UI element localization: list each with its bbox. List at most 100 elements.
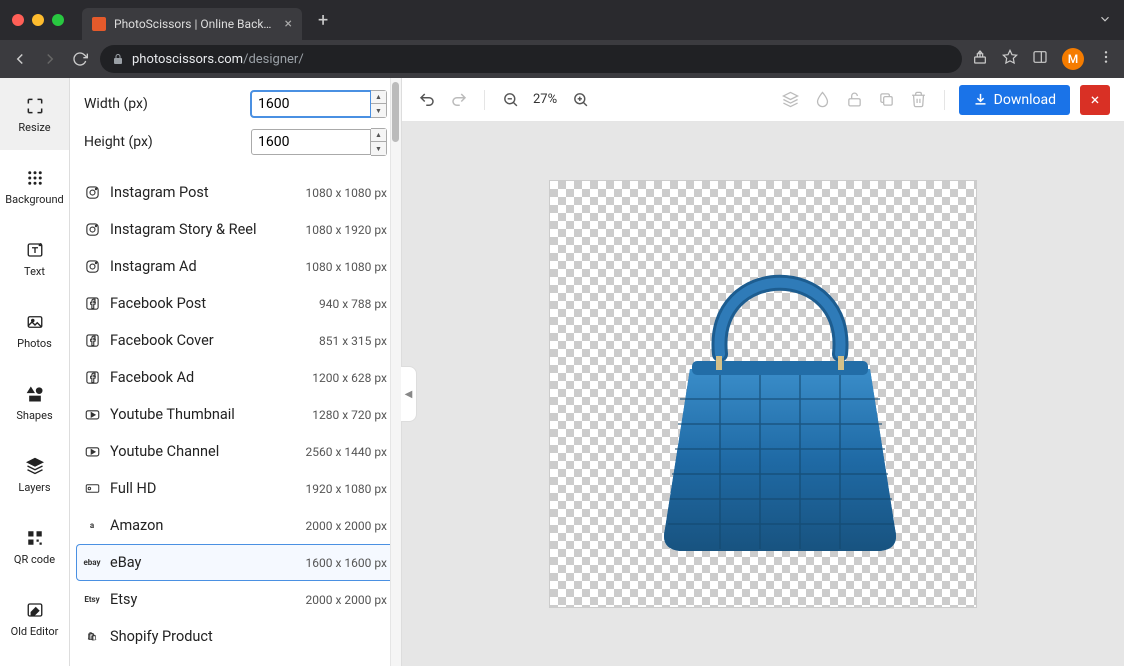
preset-shopify-product[interactable]: 🛍Shopify Product [76, 618, 395, 655]
minimize-window-icon[interactable] [32, 14, 44, 26]
browser-tab-strip: PhotoScissors | Online Backgr… × + [0, 0, 1124, 40]
preset-facebook-cover[interactable]: Facebook Cover851 x 315 px [76, 322, 395, 359]
url-domain: photoscissors.com [132, 52, 243, 67]
preset-dimensions: 1600 x 1600 px [306, 556, 387, 570]
preset-dimensions: 1080 x 1080 px [306, 186, 387, 200]
preset-amazon[interactable]: aAmazon2000 x 2000 px [76, 507, 395, 544]
canvas-viewport[interactable]: ◀ [402, 122, 1124, 666]
preset-full-hd[interactable]: Full HD1920 x 1080 px [76, 470, 395, 507]
window-controls [12, 14, 64, 26]
height-up-icon[interactable]: ▲ [371, 129, 386, 142]
preset-instagram-post[interactable]: Instagram Post1080 x 1080 px [76, 174, 395, 211]
browser-tab[interactable]: PhotoScissors | Online Backgr… × [82, 8, 302, 40]
ig-icon [84, 259, 100, 275]
zoom-out-button[interactable] [499, 89, 521, 111]
zoom-percentage[interactable]: 27% [531, 92, 559, 107]
rail-label: Photos [17, 337, 52, 350]
resize-icon [24, 95, 46, 117]
layers-icon [24, 455, 46, 477]
copy-icon[interactable] [876, 89, 898, 111]
share-icon[interactable] [972, 49, 988, 69]
preset-name: Facebook Cover [110, 332, 309, 349]
preset-dimensions: 1280 x 720 px [312, 408, 387, 422]
rail-label: Old Editor [11, 625, 59, 638]
height-input[interactable] [251, 129, 371, 155]
preset-dimensions: 2000 x 2000 px [306, 519, 387, 533]
tab-overflow-icon[interactable] [1098, 11, 1112, 30]
preset-youtube-channel[interactable]: Youtube Channel2560 x 1440 px [76, 433, 395, 470]
layers-icon[interactable] [780, 89, 802, 111]
fb-icon [84, 333, 100, 349]
rail-label: Shapes [16, 409, 52, 422]
tab-title: PhotoScissors | Online Backgr… [114, 17, 277, 31]
new-tab-button[interactable]: + [318, 10, 328, 31]
address-bar[interactable]: photoscissors.com/designer/ [100, 45, 962, 73]
rail-item-layers[interactable]: Layers [0, 438, 69, 510]
panel-scrollbar[interactable] [390, 78, 401, 666]
subject-handbag[interactable] [650, 199, 910, 569]
width-up-icon[interactable]: ▲ [371, 91, 386, 104]
rail-item-background[interactable]: Background [0, 150, 69, 222]
maximize-window-icon[interactable] [52, 14, 64, 26]
panel-collapse-handle[interactable]: ◀ [401, 366, 417, 422]
resize-panel: Width (px) ▲ ▼ Height (px) ▲ ▼ Instagram… [70, 78, 402, 666]
preset-name: eBay [110, 554, 296, 571]
scrollbar-thumb[interactable] [392, 82, 399, 142]
canvas[interactable] [549, 180, 977, 608]
download-button[interactable]: Download [959, 85, 1070, 115]
rail-item-text[interactable]: Text [0, 222, 69, 294]
preset-name: Facebook Post [110, 295, 309, 312]
qrcode-icon [24, 527, 46, 549]
sidepanel-icon[interactable] [1032, 49, 1048, 69]
preset-instagram-ad[interactable]: Instagram Ad1080 x 1080 px [76, 248, 395, 285]
download-icon [973, 92, 988, 107]
oldeditor-icon [24, 599, 46, 621]
redo-button[interactable] [448, 89, 470, 111]
forward-button[interactable] [40, 50, 60, 68]
height-down-icon[interactable]: ▼ [371, 142, 386, 155]
rail-item-photos[interactable]: Photos [0, 294, 69, 366]
preset-name: Full HD [110, 480, 296, 497]
canvas-toolbar: 27% Download × [402, 78, 1124, 122]
close-window-icon[interactable] [12, 14, 24, 26]
preset-dimensions: 2560 x 1440 px [306, 445, 387, 459]
kebab-menu-icon[interactable] [1098, 49, 1114, 69]
rail-label: Layers [18, 481, 50, 494]
preset-name: Instagram Story & Reel [110, 221, 296, 238]
rail-item-oldeditor[interactable]: Old Editor [0, 582, 69, 654]
width-input[interactable] [251, 91, 371, 117]
rail-item-resize[interactable]: Resize [0, 78, 69, 150]
preset-youtube-thumbnail[interactable]: Youtube Thumbnail 1280 x 720 px [76, 396, 395, 433]
back-button[interactable] [10, 50, 30, 68]
close-tab-icon[interactable]: × [285, 16, 292, 32]
reload-button[interactable] [70, 51, 90, 67]
url-path: /designer/ [243, 52, 304, 67]
undo-button[interactable] [416, 89, 438, 111]
preset-instagram-story-reel[interactable]: Instagram Story & Reel1080 x 1920 px [76, 211, 395, 248]
favicon-icon [92, 17, 106, 31]
bookmark-icon[interactable] [1002, 49, 1018, 69]
zoom-in-button[interactable] [569, 89, 591, 111]
az-icon: a [84, 518, 100, 534]
close-editor-button[interactable]: × [1080, 85, 1110, 115]
trash-icon[interactable] [908, 89, 930, 111]
drop-icon[interactable] [812, 89, 834, 111]
fb-icon [84, 370, 100, 386]
rail-label: Background [5, 193, 63, 206]
rail-label: Text [24, 265, 45, 278]
preset-dimensions: 2000 x 2000 px [306, 593, 387, 607]
rail-item-qrcode[interactable]: QR code [0, 510, 69, 582]
preset-facebook-ad[interactable]: Facebook Ad1200 x 628 px [76, 359, 395, 396]
shapes-icon [24, 383, 46, 405]
et-icon: Etsy [84, 592, 100, 608]
preset-ebay[interactable]: ebayeBay1600 x 1600 px [76, 544, 395, 581]
preset-name: Youtube Thumbnail [110, 406, 302, 423]
rail-item-shapes[interactable]: Shapes [0, 366, 69, 438]
profile-avatar[interactable]: M [1062, 48, 1084, 70]
preset-facebook-post[interactable]: Facebook Post940 x 788 px [76, 285, 395, 322]
width-down-icon[interactable]: ▼ [371, 104, 386, 117]
preset-etsy[interactable]: EtsyEtsy2000 x 2000 px [76, 581, 395, 618]
ig-icon [84, 222, 100, 238]
yt-icon [84, 407, 100, 423]
unlock-icon[interactable] [844, 89, 866, 111]
